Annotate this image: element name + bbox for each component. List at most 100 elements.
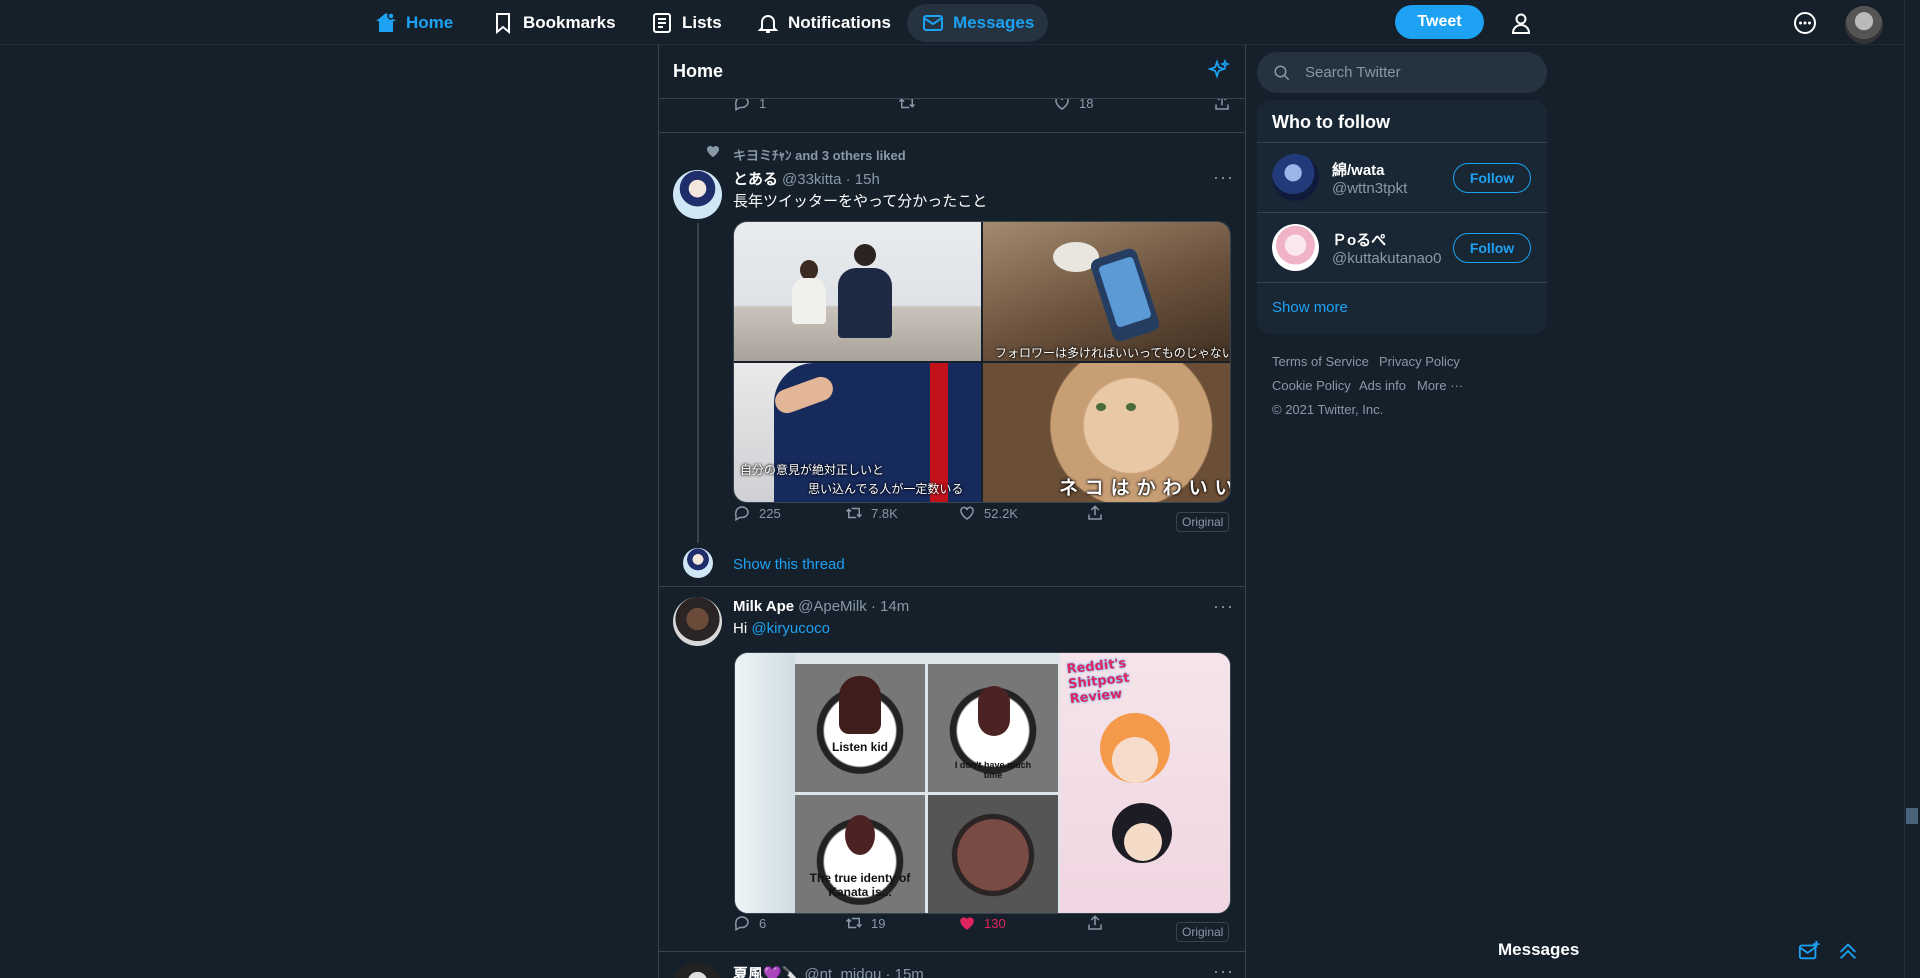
follow-button[interactable]: Follow	[1453, 233, 1531, 263]
share-icon	[1088, 505, 1102, 520]
meme-panel: The true identy of Kanata is...	[795, 795, 925, 913]
search-box[interactable]: Search Twitter	[1257, 52, 1547, 93]
suggestion-name[interactable]: Ｐoるぺ	[1332, 229, 1386, 250]
avatar[interactable]	[673, 170, 722, 219]
reply-button[interactable]: 225	[733, 504, 781, 522]
bookmark-icon	[496, 13, 510, 35]
tweet-author[interactable]: Milk Ape @ApeMilk · 14m	[733, 598, 909, 615]
nav-messages-label: Messages	[953, 13, 1035, 32]
heart-icon	[960, 506, 974, 520]
footer-cookie-link[interactable]: Cookie Policy	[1272, 378, 1351, 393]
media-image-pointing[interactable]: 自分の意見が絶対正しいと 思い込んでる人が一定数いる	[734, 363, 981, 502]
nav-notifications[interactable]: Notifications	[742, 4, 905, 42]
list-icon	[653, 13, 671, 33]
footer-more-link[interactable]: More ···	[1417, 378, 1463, 393]
new-mail-icon	[1798, 940, 1820, 960]
original-badge[interactable]: Original	[1176, 512, 1230, 532]
suggestion-name[interactable]: 綿/wata	[1332, 159, 1385, 180]
avatar[interactable]	[1272, 154, 1319, 201]
footer-privacy-link[interactable]: Privacy Policy	[1379, 354, 1460, 369]
media-caption: 思い込んでる人が一定数いる	[808, 482, 964, 496]
nav-lists[interactable]: Lists	[636, 4, 736, 42]
meme-label: I don't have much time	[954, 760, 1032, 780]
reply-button[interactable]: 6	[733, 914, 766, 932]
search-input[interactable]: Search Twitter	[1305, 64, 1401, 81]
tweet-text: Hi @kiryucoco	[733, 620, 830, 637]
expand-messages-button[interactable]	[1836, 939, 1860, 963]
share-button[interactable]	[1086, 504, 1104, 522]
footer-copyright: © 2021 Twitter, Inc.	[1272, 402, 1384, 417]
page-title: Home	[673, 61, 724, 81]
divider	[1257, 282, 1547, 283]
mention-link[interactable]: @kiryucoco	[751, 620, 830, 637]
double-chevron-up-icon	[1840, 943, 1856, 959]
media-image-cat[interactable]: ネコはかわいい	[983, 363, 1230, 502]
more-menu-button[interactable]	[1792, 10, 1818, 36]
meme-panel: Listen kid	[795, 664, 925, 792]
tweet-media-grid[interactable]: フォロワーは多ければいいってものじゃない 自分の意見が絶対正しいと 思い込んでる…	[733, 221, 1231, 503]
tweet-button[interactable]: Tweet	[1395, 5, 1484, 39]
tweet-media-image[interactable]: Listen kid I don't have much time The tr…	[734, 652, 1231, 914]
like-count: 130	[984, 915, 1006, 931]
scrollbar-thumb[interactable]	[1906, 808, 1918, 824]
meme-panel: I don't have much time	[928, 664, 1058, 792]
avatar[interactable]	[1272, 224, 1319, 271]
divider	[1257, 212, 1547, 213]
home-icon	[376, 12, 396, 32]
reply-count: 6	[759, 915, 767, 931]
scrollbar[interactable]	[1904, 0, 1920, 978]
media-image-couple[interactable]	[734, 222, 981, 361]
top-tweets-button[interactable]	[1207, 58, 1231, 88]
tweet-text: 長年ツイッターをやって分かったこと	[733, 193, 988, 210]
follow-button[interactable]: Follow	[1453, 163, 1531, 193]
divider	[1257, 142, 1547, 143]
tweet-more-button[interactable]: ···	[1213, 596, 1234, 617]
bell-icon	[757, 15, 779, 33]
heart-filled-icon	[960, 917, 974, 930]
retweet-count: 7.8K	[871, 505, 898, 521]
meme-logo: Reddit's Shitpost Review	[1065, 656, 1131, 708]
retweet-icon	[845, 507, 863, 519]
tweet-more-button[interactable]: ···	[1213, 961, 1234, 978]
share-button[interactable]	[1086, 914, 1104, 932]
user-icon	[1511, 13, 1531, 34]
tweet-more-button[interactable]: ···	[1213, 167, 1234, 188]
account-avatar[interactable]	[1845, 6, 1883, 44]
tweet-text-prefix: Hi	[733, 620, 752, 637]
nav-messages[interactable]: Messages	[907, 4, 1049, 42]
author-handle: @33kitta · 15h	[782, 171, 880, 188]
media-image-phone[interactable]: フォロワーは多ければいいってものじゃない	[983, 222, 1230, 361]
nav-notifications-label: Notifications	[788, 13, 891, 32]
like-button[interactable]: 130	[958, 914, 1006, 932]
profile-button[interactable]	[1508, 10, 1534, 36]
show-thread-link[interactable]: Show this thread	[733, 556, 845, 573]
reply-icon	[734, 916, 749, 932]
retweet-button[interactable]: 7.8K	[845, 504, 898, 522]
tweet-divider	[659, 951, 1245, 952]
tweet-author[interactable]: とある @33kitta · 15h	[733, 168, 880, 189]
avatar	[683, 548, 713, 578]
author-handle: @nt_midou · 15m	[804, 966, 924, 978]
media-caption: 自分の意見が絶対正しいと	[740, 463, 885, 477]
nav-bookmarks[interactable]: Bookmarks	[477, 4, 630, 42]
messages-drawer-title[interactable]: Messages	[1498, 940, 1579, 960]
nav-home[interactable]: Home	[360, 4, 467, 42]
retweet-count: 19	[871, 915, 886, 931]
avatar[interactable]	[673, 962, 722, 978]
mail-icon	[923, 15, 943, 31]
avatar[interactable]	[673, 597, 722, 646]
author-handle: @ApeMilk · 14m	[798, 598, 910, 615]
tweet-author[interactable]: 夏風💜🔪 @nt_midou · 15m	[733, 963, 924, 978]
suggestion-handle: @kuttakutanao0	[1332, 250, 1442, 267]
like-button[interactable]: 52.2K	[958, 504, 1018, 522]
retweet-button[interactable]: 19	[845, 914, 885, 932]
author-name: 夏風💜🔪	[733, 966, 801, 978]
reply-count: 225	[759, 505, 781, 521]
suggestion-handle: @wttn3tpkt	[1332, 180, 1408, 197]
show-more-link[interactable]: Show more	[1272, 299, 1348, 316]
footer-terms-link[interactable]: Terms of Service	[1272, 354, 1369, 369]
new-message-button[interactable]	[1797, 939, 1821, 963]
timeline: Home 1 18 キヨミﾁｬﾝ and 3 others liked とある @…	[658, 45, 1246, 978]
footer-ads-link[interactable]: Ads info	[1359, 378, 1406, 393]
original-badge[interactable]: Original	[1176, 922, 1230, 942]
